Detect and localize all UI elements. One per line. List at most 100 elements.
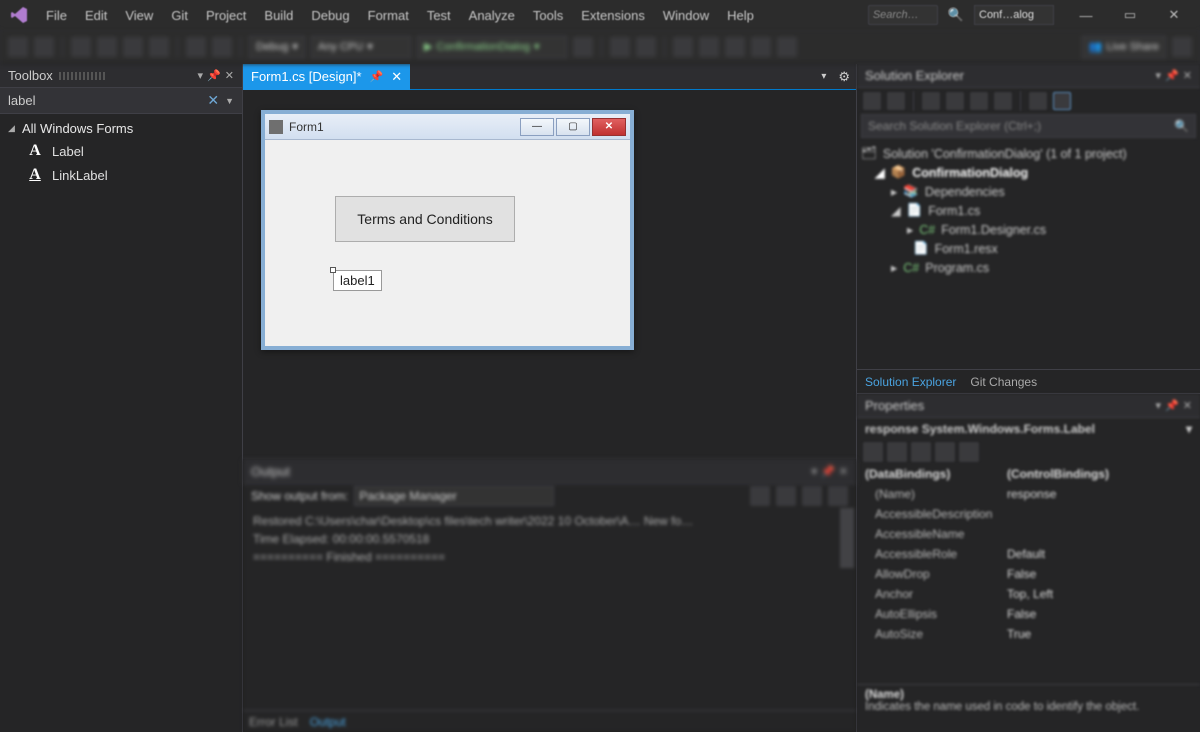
pin-icon[interactable]: 📌 — [207, 69, 221, 82]
close-icon[interactable]: ✕ — [839, 465, 848, 478]
tb-icon-d[interactable] — [699, 37, 719, 57]
start-debug-button[interactable]: ▶ConfirmationDialog▾ — [417, 36, 567, 58]
chevron-down-icon[interactable]: ▼ — [225, 96, 234, 106]
tb-icon-c[interactable] — [673, 37, 693, 57]
nav-back-icon[interactable] — [8, 37, 28, 57]
toolbox-options-dropdown[interactable]: ▾ — [198, 69, 204, 82]
solution-root[interactable]: 🗂Solution 'ConfirmationDialog' (1 of 1 p… — [861, 144, 1196, 163]
program-node[interactable]: ▸C#Program.cs — [861, 258, 1196, 277]
pin-icon[interactable]: 📌 — [1165, 69, 1179, 82]
search-icon[interactable]: 🔍 — [948, 7, 964, 23]
tb-icon-f[interactable] — [751, 37, 771, 57]
property-row[interactable]: AutoEllipsisFalse — [857, 604, 1200, 624]
output-tb-a[interactable] — [750, 486, 770, 506]
pin-icon[interactable]: 📌 — [1165, 399, 1179, 412]
save-all-icon[interactable] — [149, 37, 169, 57]
design-form-window[interactable]: Form1 — ▢ ✕ Terms and Conditions label1 — [261, 110, 634, 350]
panel-options-dropdown[interactable]: ▾ — [1156, 69, 1162, 82]
tb-icon-b[interactable] — [636, 37, 656, 57]
solution-platform-dropdown[interactable]: Any CPU▾ — [311, 36, 411, 58]
close-icon[interactable]: ✕ — [1183, 69, 1192, 82]
output-tb-b[interactable] — [776, 486, 796, 506]
form1-node[interactable]: ◢📄Form1.cs — [861, 201, 1196, 220]
output-options-dropdown[interactable]: ▾ — [812, 465, 818, 478]
form1-resx-node[interactable]: 📄Form1.resx — [861, 239, 1196, 258]
property-row[interactable]: (DataBindings)(ControlBindings) — [857, 464, 1200, 484]
new-project-icon[interactable] — [71, 37, 91, 57]
output-tb-c[interactable] — [802, 486, 822, 506]
toolbox-item-label[interactable]: ALabel — [0, 139, 242, 163]
panel-options-dropdown[interactable]: ▾ — [1156, 399, 1162, 412]
solution-search-input[interactable]: Search Solution Explorer (Ctrl+;) 🔍 — [861, 114, 1196, 138]
start-without-debug-icon[interactable] — [573, 37, 593, 57]
redo-icon[interactable] — [212, 37, 232, 57]
resize-handle-icon[interactable] — [330, 267, 336, 273]
properties-icon[interactable] — [1029, 92, 1047, 110]
tab-settings-gear-icon[interactable]: ⚙ — [832, 69, 856, 85]
project-node[interactable]: ◢📦ConfirmationDialog — [861, 163, 1196, 182]
property-row[interactable]: AutoSizeTrue — [857, 624, 1200, 644]
menu-tools[interactable]: Tools — [525, 4, 571, 27]
tab-pin-icon[interactable]: 📌 — [370, 70, 384, 83]
tab-close-icon[interactable]: ✕ — [391, 69, 402, 85]
pending-changes-icon[interactable] — [922, 92, 940, 110]
close-icon[interactable]: ✕ — [1183, 399, 1192, 412]
property-row[interactable]: AllowDropFalse — [857, 564, 1200, 584]
solution-config-dropdown[interactable]: Debug▾ — [249, 36, 305, 58]
menu-format[interactable]: Format — [360, 4, 417, 27]
design-button-terms[interactable]: Terms and Conditions — [335, 196, 515, 242]
quick-launch-input[interactable]: Search… — [868, 5, 938, 25]
tb-icon-e[interactable] — [725, 37, 745, 57]
dependencies-node[interactable]: ▸📚Dependencies — [861, 182, 1196, 201]
menu-build[interactable]: Build — [256, 4, 301, 27]
solution-tree[interactable]: 🗂Solution 'ConfirmationDialog' (1 of 1 p… — [857, 142, 1200, 369]
design-form-body[interactable]: Terms and Conditions label1 — [265, 140, 630, 346]
active-files-dropdown[interactable]: ▾ — [815, 71, 832, 82]
property-row[interactable]: AccessibleRoleDefault — [857, 544, 1200, 564]
tab-output[interactable]: Output — [310, 715, 346, 729]
document-tab-form1-design[interactable]: Form1.cs [Design]* 📌 ✕ — [243, 64, 410, 90]
menu-window[interactable]: Window — [655, 4, 717, 27]
home-icon[interactable] — [863, 92, 881, 110]
tab-error-list[interactable]: Error List — [249, 715, 298, 729]
output-source-dropdown[interactable]: Package Manager — [354, 486, 554, 506]
output-text[interactable]: Restored C:\Users\char\Desktop\cs files\… — [243, 508, 856, 710]
sync-icon[interactable] — [946, 92, 964, 110]
menu-extensions[interactable]: Extensions — [573, 4, 653, 27]
tab-solution-explorer[interactable]: Solution Explorer — [865, 375, 956, 389]
switch-views-icon[interactable] — [887, 92, 905, 110]
window-close-button[interactable]: ✕ — [1152, 1, 1196, 29]
project-badge[interactable]: Conf…alog — [974, 5, 1054, 25]
scrollbar[interactable] — [840, 508, 854, 568]
tb-icon-g[interactable] — [777, 37, 797, 57]
undo-icon[interactable] — [186, 37, 206, 57]
property-row[interactable]: AccessibleName — [857, 524, 1200, 544]
live-share-button[interactable]: 👥Live Share — [1082, 36, 1166, 58]
feedback-icon[interactable] — [1172, 37, 1192, 57]
clear-search-icon[interactable]: ✕ — [207, 92, 219, 109]
output-tb-d[interactable] — [828, 486, 848, 506]
property-pages-icon[interactable] — [959, 442, 979, 462]
menu-help[interactable]: Help — [719, 4, 762, 27]
categorized-icon[interactable] — [863, 442, 883, 462]
property-row[interactable]: (Name)response — [857, 484, 1200, 504]
save-icon[interactable] — [123, 37, 143, 57]
property-row[interactable]: AccessibleDescription — [857, 504, 1200, 524]
menu-file[interactable]: File — [38, 4, 75, 27]
alphabetical-icon[interactable] — [887, 442, 907, 462]
toolbox-item-linklabel[interactable]: ALinkLabel — [0, 163, 242, 187]
tab-git-changes[interactable]: Git Changes — [970, 375, 1037, 389]
properties-selected-object[interactable]: response System.Windows.Forms.Label▾ — [857, 418, 1200, 440]
menu-debug[interactable]: Debug — [303, 4, 357, 27]
property-row[interactable]: AnchorTop, Left — [857, 584, 1200, 604]
pin-icon[interactable]: 📌 — [821, 465, 835, 478]
refresh-icon[interactable] — [970, 92, 988, 110]
tb-icon-a[interactable] — [610, 37, 630, 57]
window-restore-button[interactable]: ▭ — [1108, 1, 1152, 29]
menu-test[interactable]: Test — [419, 4, 459, 27]
close-icon[interactable]: ✕ — [225, 69, 234, 82]
properties-grid[interactable]: (DataBindings)(ControlBindings) (Name)re… — [857, 464, 1200, 684]
open-file-icon[interactable] — [97, 37, 117, 57]
window-minimize-button[interactable]: — — [1064, 1, 1108, 29]
menu-project[interactable]: Project — [198, 4, 254, 27]
